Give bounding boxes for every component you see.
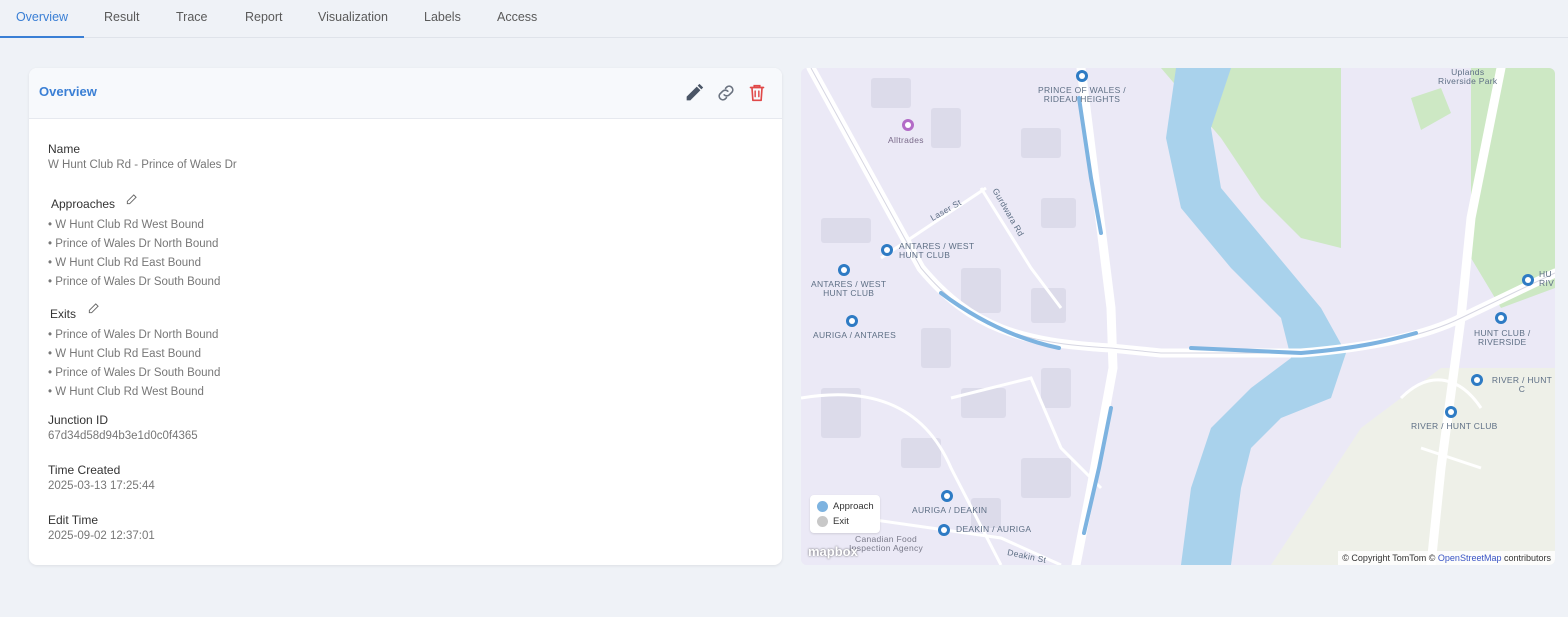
map-label-hunt-riverside: HUNT CLUB / RIVERSIDE [1474,328,1531,347]
legend-exit: Exit [817,516,849,528]
exit-dot-icon [817,516,828,527]
junction-map[interactable]: PRINCE OF WALES / RIDEAU HEIGHTS Alltrad… [801,68,1555,565]
exit-item: • W Hunt Club Rd West Bound [48,386,204,398]
name-value: W Hunt Club Rd - Prince of Wales Dr [48,159,237,171]
exit-item: • Prince of Wales Dr North Bound [48,329,219,341]
tab-trace[interactable]: Trace [176,0,208,36]
edit-exits-icon[interactable] [87,301,101,315]
map-label-antares-west-1: ANTARES / WEST HUNT CLUB [899,241,975,260]
approach-item: • W Hunt Club Rd East Bound [48,257,201,269]
overview-card: Overview Name W Hunt Club Rd - Prince of… [29,68,782,565]
attribution-prefix: © Copyright TomTom © [1342,553,1438,563]
attribution-suffix: contributors [1501,553,1551,563]
edit-time-value: 2025-09-02 12:37:01 [48,530,155,542]
approach-item: • W Hunt Club Rd West Bound [48,219,204,231]
tab-bar: Overview Result Trace Report Visualizati… [0,0,1568,38]
edit-time-label: Edit Time [48,513,99,527]
approach-dot-icon [817,501,828,512]
tab-overview[interactable]: Overview [0,0,84,38]
map-label-river-hunt-c: RIVER / HUNT C [1491,375,1553,394]
tab-result[interactable]: Result [104,0,139,36]
approach-item: • Prince of Wales Dr North Bound [48,238,219,250]
map-label-prince-rideau: PRINCE OF WALES / RIDEAU HEIGHTS [1038,85,1126,104]
tab-access[interactable]: Access [497,0,537,36]
delete-icon[interactable] [746,82,768,104]
mapbox-logo[interactable]: mapbox [808,544,858,559]
map-label-deakin-auriga: DEAKIN / AURIGA [956,524,1032,534]
openstreetmap-link[interactable]: OpenStreetMap [1438,553,1502,563]
time-created-value: 2025-03-13 17:25:44 [48,480,155,492]
tab-labels[interactable]: Labels [424,0,461,36]
junction-id-value: 67d34d58d94b3e1d0c0f4365 [48,430,198,442]
card-header: Overview [29,68,782,119]
legend-approach-label: Approach [833,501,874,513]
map-label-antares-west-2: ANTARES / WEST HUNT CLUB [811,279,887,298]
map-legend: Approach Exit [810,495,880,533]
exits-label: Exits [50,307,77,321]
edit-icon[interactable] [683,82,705,104]
map-label-auriga-antares: AURIGA / ANTARES [813,330,897,340]
map-label-canadian-food: Canadian Food Inspection Agency [849,534,924,553]
legend-exit-label: Exit [833,516,849,528]
legend-approach: Approach [817,501,874,513]
tab-report[interactable]: Report [245,0,283,36]
map-label-uplands: Uplands Riverside Park [1438,68,1498,86]
exit-item: • Prince of Wales Dr South Bound [48,367,221,379]
map-label-auriga-deakin: AURIGA / DEAKIN [912,505,988,515]
junction-id-label: Junction ID [48,413,109,427]
approaches-label: Approaches [51,197,116,211]
map-label-alltrades: Alltrades [888,135,924,145]
name-label: Name [48,142,81,156]
map-attribution: © Copyright TomTom © OpenStreetMap contr… [1338,551,1555,565]
map-label-hu-riv: HU RIV [1539,269,1555,288]
time-created-label: Time Created [48,463,121,477]
approach-item: • Prince of Wales Dr South Bound [48,276,221,288]
map-label-river-hunt-club: RIVER / HUNT CLUB [1411,421,1498,431]
exit-item: • W Hunt Club Rd East Bound [48,348,201,360]
card-title: Overview [39,84,97,99]
edit-approaches-icon[interactable] [125,192,139,206]
link-icon[interactable] [715,82,737,104]
tab-visualization[interactable]: Visualization [318,0,388,36]
